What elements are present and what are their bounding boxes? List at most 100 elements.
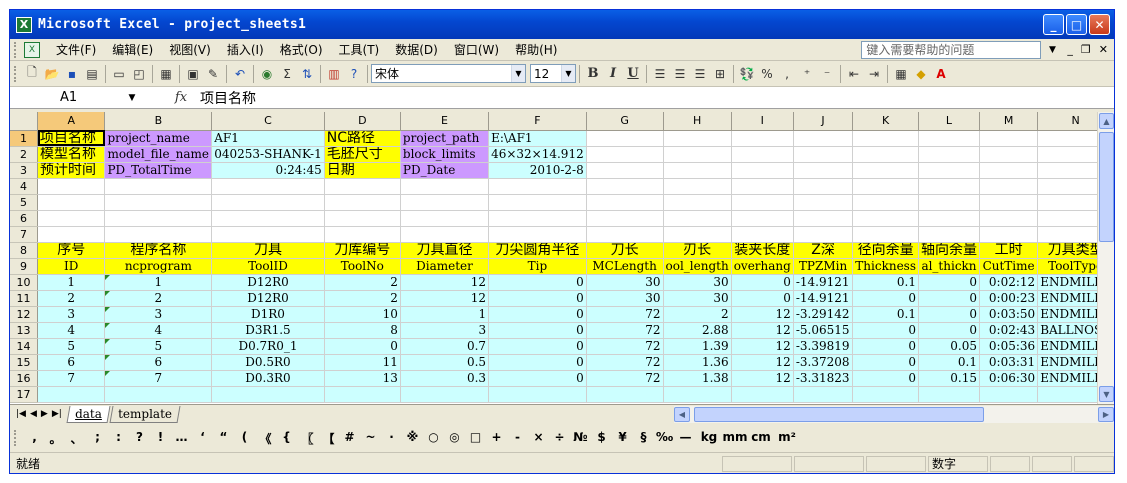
cell-d6[interactable]: [324, 210, 401, 227]
cell-m7[interactable]: [979, 226, 1039, 243]
formula-input[interactable]: 项目名称: [194, 88, 256, 108]
symbol-button[interactable]: m²: [774, 430, 800, 447]
cell-k17[interactable]: [852, 386, 919, 403]
align-center-icon[interactable]: ☰: [670, 64, 690, 84]
help-search-input[interactable]: 键入需要帮助的问题: [861, 40, 1042, 59]
cell-i7[interactable]: [731, 226, 794, 243]
row-header[interactable]: 15: [10, 354, 39, 371]
cell-b2[interactable]: model_file_name: [104, 146, 213, 163]
symbol-toolbar-grip[interactable]: [14, 430, 18, 446]
cell-e1[interactable]: project_path: [400, 130, 490, 147]
cell-l2[interactable]: [918, 146, 980, 163]
symbol-button[interactable]: 、: [66, 430, 87, 447]
permission-icon[interactable]: ▤: [82, 64, 102, 84]
font-color-icon[interactable]: A: [931, 64, 951, 84]
cell-c5[interactable]: [211, 194, 325, 211]
cell-g14[interactable]: 72: [586, 338, 664, 355]
cell-j17[interactable]: [793, 386, 854, 403]
cell-h4[interactable]: [663, 178, 732, 195]
doc-minimize-icon[interactable]: _: [1067, 43, 1073, 56]
font-size-select[interactable]: 12 ▼: [530, 64, 576, 83]
cell-h5[interactable]: [663, 194, 732, 211]
cell-b14[interactable]: 5: [104, 338, 213, 355]
cell-c16[interactable]: D0.3R0: [211, 370, 325, 387]
row-header[interactable]: 12: [10, 306, 39, 323]
symbol-button[interactable]: ;: [87, 430, 108, 447]
cell-a11[interactable]: 2: [37, 290, 106, 307]
symbol-button[interactable]: “: [213, 430, 234, 447]
cell-c6[interactable]: [211, 210, 325, 227]
cell-c7[interactable]: [211, 226, 325, 243]
row-header[interactable]: 8: [10, 242, 39, 259]
cell-b3[interactable]: PD_TotalTime: [104, 162, 213, 179]
cell-e9[interactable]: Diameter: [400, 258, 490, 275]
cell-f7[interactable]: [488, 226, 587, 243]
save-icon[interactable]: ▪: [62, 64, 82, 84]
cell-d1[interactable]: NC路径: [324, 130, 401, 147]
symbol-button[interactable]: —: [675, 430, 696, 447]
cell-l11[interactable]: 0: [918, 290, 980, 307]
cell-g15[interactable]: 72: [586, 354, 664, 371]
cell-f16[interactable]: 0: [488, 370, 587, 387]
align-left-icon[interactable]: ☰: [650, 64, 670, 84]
cell-c1[interactable]: AF1: [211, 130, 325, 147]
increase-indent-icon[interactable]: ⇥: [864, 64, 884, 84]
title-bar[interactable]: X Microsoft Excel - project_sheets1 _ □ …: [10, 10, 1114, 39]
row-header[interactable]: 11: [10, 290, 39, 307]
horizontal-scroll-thumb[interactable]: [694, 406, 984, 422]
cell-m5[interactable]: [979, 194, 1039, 211]
cell-k5[interactable]: [852, 194, 919, 211]
cell-l13[interactable]: 0: [918, 322, 980, 339]
cell-b10[interactable]: 1: [104, 274, 213, 291]
symbol-button[interactable]: ,: [24, 430, 45, 447]
sheet-tab-data[interactable]: data: [66, 405, 111, 423]
cell-i1[interactable]: [731, 130, 794, 147]
cell-m4[interactable]: [979, 178, 1039, 195]
cell-m17[interactable]: [979, 386, 1039, 403]
cell-m14[interactable]: 0:05:36: [979, 338, 1039, 355]
cell-k6[interactable]: [852, 210, 919, 227]
help-icon[interactable]: ?: [344, 64, 364, 84]
last-sheet-icon[interactable]: ▶|: [52, 409, 62, 419]
cell-d7[interactable]: [324, 226, 401, 243]
symbol-button[interactable]: №: [570, 430, 591, 447]
cell-i3[interactable]: [731, 162, 794, 179]
cell-k15[interactable]: 0: [852, 354, 919, 371]
cell-l7[interactable]: [918, 226, 980, 243]
cell-h14[interactable]: 1.39: [663, 338, 732, 355]
cell-a15[interactable]: 6: [37, 354, 106, 371]
cell-j8[interactable]: Z深: [793, 242, 854, 259]
undo-icon[interactable]: ↶: [230, 64, 250, 84]
cell-g17[interactable]: [586, 386, 664, 403]
name-box-dropdown-icon[interactable]: ▼: [120, 93, 144, 103]
cell-a16[interactable]: 7: [37, 370, 106, 387]
cell-d4[interactable]: [324, 178, 401, 195]
cell-a17[interactable]: [37, 386, 106, 403]
column-header-h[interactable]: H: [663, 112, 732, 131]
cell-i6[interactable]: [731, 210, 794, 227]
cell-k12[interactable]: 0.1: [852, 306, 919, 323]
help-dropdown-icon[interactable]: ▼: [1045, 45, 1059, 55]
cell-h11[interactable]: 30: [663, 290, 732, 307]
cell-a8[interactable]: 序号: [37, 242, 106, 259]
cell-a6[interactable]: [37, 210, 106, 227]
cell-d14[interactable]: 0: [324, 338, 401, 355]
cell-j3[interactable]: [793, 162, 854, 179]
cell-h8[interactable]: 刃长: [663, 242, 732, 259]
cell-i4[interactable]: [731, 178, 794, 195]
cell-f3[interactable]: 2010-2-8: [488, 162, 587, 179]
paste-icon[interactable]: ▣: [183, 64, 203, 84]
cell-f1[interactable]: E:\AF1: [488, 130, 587, 147]
cell-i10[interactable]: 0: [731, 274, 794, 291]
menu-file[interactable]: 文件(F): [48, 41, 104, 58]
format-painter-icon[interactable]: ✎: [203, 64, 223, 84]
cell-c12[interactable]: D1R0: [211, 306, 325, 323]
menu-grip[interactable]: [14, 41, 18, 58]
cell-c14[interactable]: D0.7R0_1: [211, 338, 325, 355]
cell-k8[interactable]: 径向余量: [852, 242, 919, 259]
italic-button[interactable]: I: [603, 64, 623, 84]
column-header-c[interactable]: C: [211, 112, 325, 131]
comma-icon[interactable]: ,: [777, 64, 797, 84]
cell-g11[interactable]: 30: [586, 290, 664, 307]
cell-a2[interactable]: 模型名称: [37, 146, 106, 163]
